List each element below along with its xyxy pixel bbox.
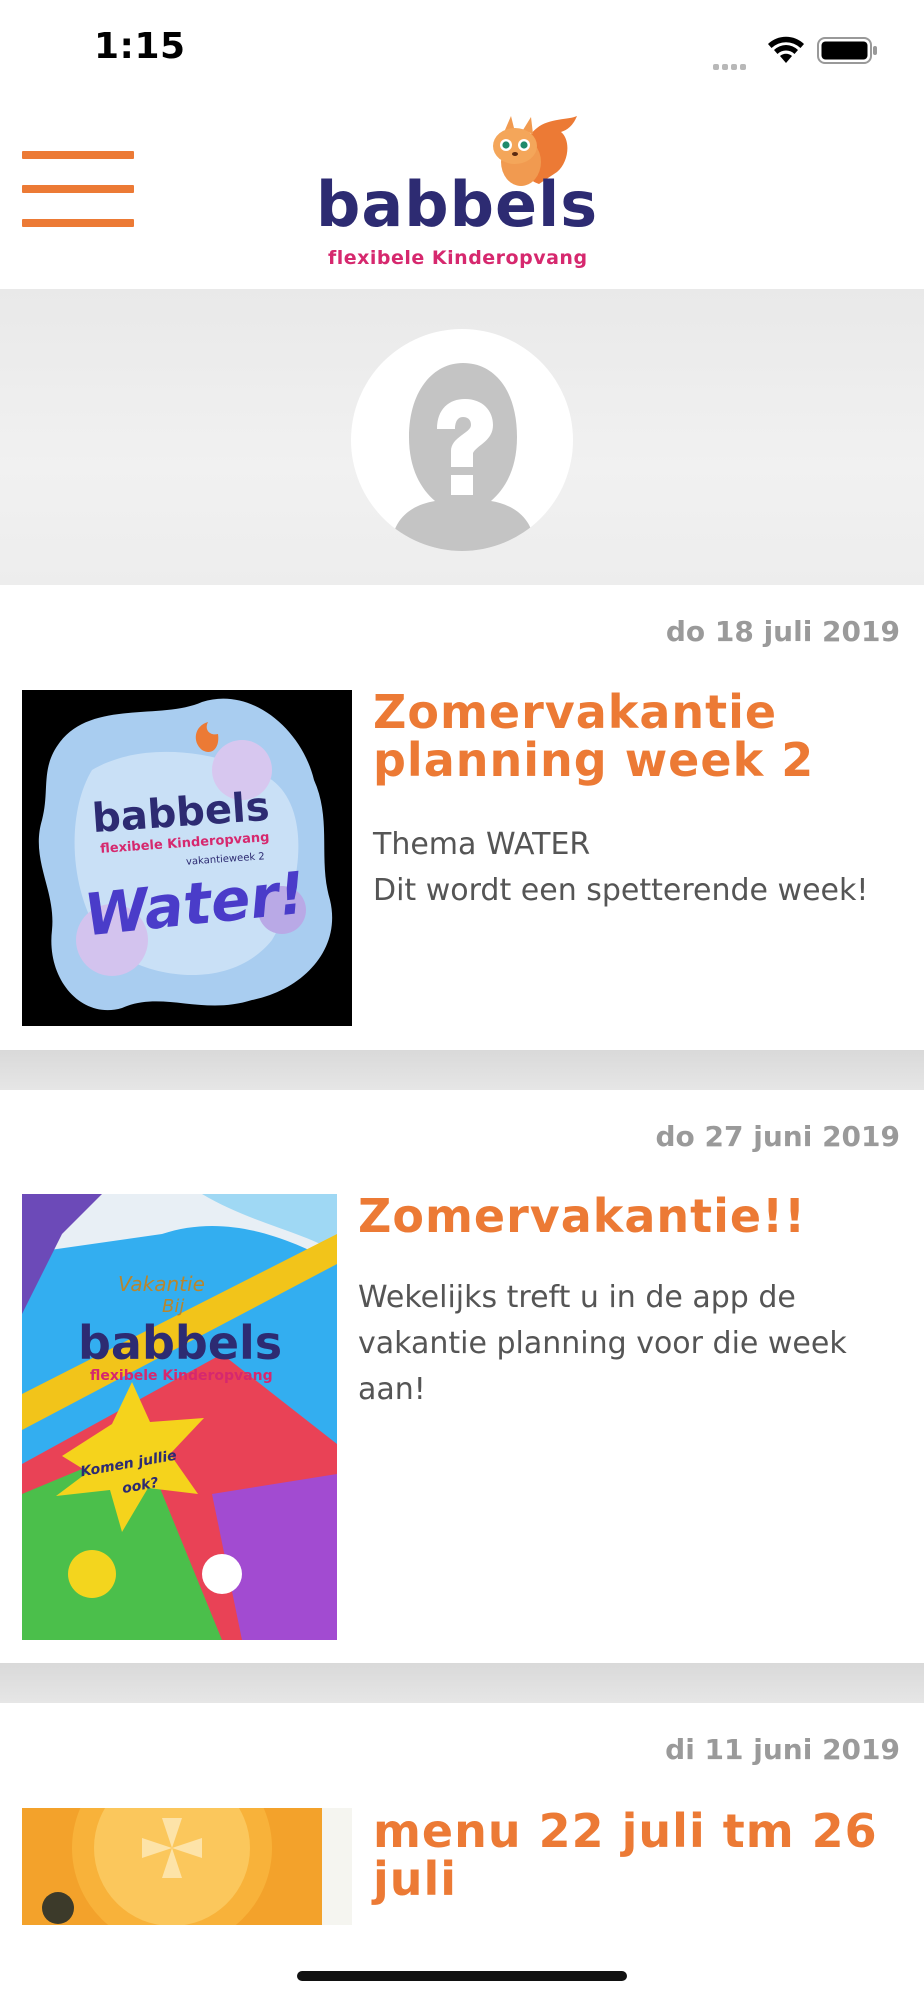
profile-avatar[interactable] xyxy=(351,329,573,551)
logo-subtitle: flexibele Kinderopvang xyxy=(328,247,588,269)
battery-icon xyxy=(817,36,879,70)
news-thumbnail xyxy=(22,1808,352,1925)
unknown-person-icon xyxy=(391,363,535,551)
news-thumbnail: Vakantie Bij babbels flexibele Kinderopv… xyxy=(22,1194,337,1640)
news-excerpt: Wekelijks treft u in de app de vakantie … xyxy=(358,1280,847,1407)
thumb-logo: babbels xyxy=(78,1316,283,1370)
section-divider xyxy=(0,1663,924,1703)
logo-wordmark: babbels xyxy=(316,168,599,241)
profile-banner xyxy=(0,289,924,585)
home-indicator[interactable] xyxy=(297,1971,627,1981)
news-item[interactable]: do 27 juni 2019 Vakantie Bij babbels fle… xyxy=(0,1090,924,1663)
thumb-top-text: Vakantie xyxy=(118,1272,205,1296)
news-title: Zomervakantie planning week 2 xyxy=(373,685,815,787)
news-item[interactable]: do 18 juli 2019 babbels flexibele Kinder… xyxy=(0,585,924,1050)
news-thumbnail: babbels flexibele Kinderopvang vakantiew… xyxy=(22,690,352,1026)
section-divider xyxy=(0,1050,924,1090)
status-bar: 1:15 xyxy=(0,0,924,100)
babbels-logo: babbels flexibele Kinderopvang xyxy=(300,114,630,272)
news-date: do 18 juli 2019 xyxy=(665,615,900,648)
news-date: di 11 juni 2019 xyxy=(665,1733,900,1766)
news-item[interactable]: di 11 juni 2019 menu 22 juli tm 26 juli xyxy=(0,1703,924,2000)
status-time: 1:15 xyxy=(94,26,186,67)
news-date: do 27 juni 2019 xyxy=(655,1120,900,1153)
thumb-subtitle: flexibele Kinderopvang xyxy=(90,1368,273,1384)
news-excerpt: Thema WATER Dit wordt een spetterende we… xyxy=(373,827,869,908)
news-title: Zomervakantie!! xyxy=(358,1189,807,1243)
thumb-top-text-2: Bij xyxy=(162,1296,185,1317)
app-header: babbels flexibele Kinderopvang xyxy=(0,100,924,287)
menu-icon[interactable] xyxy=(22,151,134,231)
news-title: menu 22 juli tm 26 juli xyxy=(373,1804,878,1906)
cellular-signal-icon xyxy=(713,55,749,74)
wifi-icon xyxy=(766,35,806,69)
